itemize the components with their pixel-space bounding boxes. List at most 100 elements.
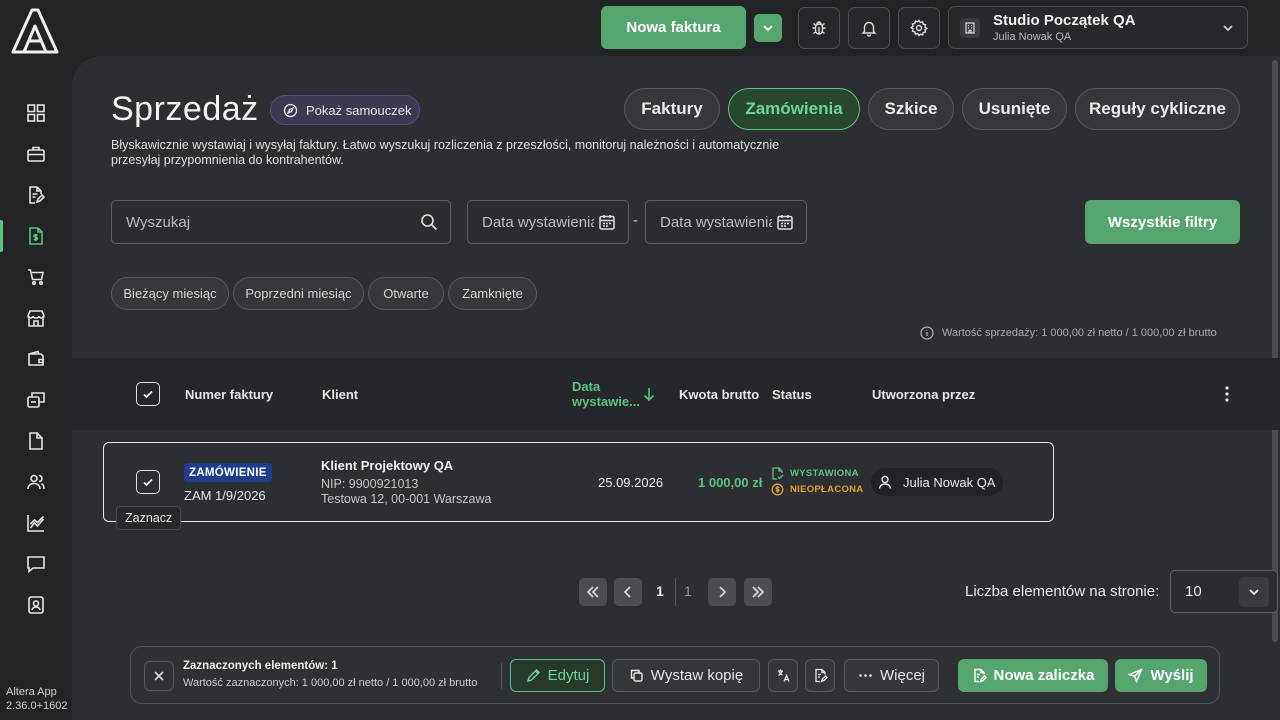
column-header-date-label: Data wystawie... (572, 379, 640, 409)
sidebar-item-transfers[interactable] (0, 380, 72, 420)
sidebar-item-purchases[interactable] (0, 257, 72, 297)
pagination-divider (675, 578, 676, 606)
tab-drafts[interactable]: Szkice (868, 88, 954, 130)
column-header-client[interactable]: Klient (322, 358, 358, 430)
new-invoice-button[interactable]: Nowa faktura (601, 6, 746, 49)
document-icon (814, 668, 828, 683)
sidebar-item-profile[interactable] (0, 585, 72, 625)
created-by-name: Julia Nowak QA (903, 474, 996, 490)
first-page-button[interactable] (579, 578, 607, 606)
cart-icon (28, 269, 44, 286)
sidebar-item-reports[interactable] (0, 503, 72, 543)
tab-invoices[interactable]: Faktury (624, 88, 720, 130)
column-header-status[interactable]: Status (772, 358, 812, 430)
tab-orders[interactable]: Zamówienia (728, 88, 860, 130)
new-invoice-dropdown-button[interactable] (754, 14, 782, 42)
column-header-created-by[interactable]: Utworzona przez (872, 358, 975, 430)
calendar-icon[interactable] (598, 213, 616, 231)
sidebar-item-documents[interactable] (0, 175, 72, 215)
select-all-checkbox[interactable] (136, 382, 160, 406)
all-filters-button[interactable]: Wszystkie filtry (1085, 200, 1240, 244)
settings-button[interactable] (898, 7, 940, 49)
compass-icon (283, 103, 298, 117)
sidebar-item-dashboard[interactable] (0, 93, 72, 133)
notifications-button[interactable] (848, 7, 890, 49)
show-tutorial-button[interactable]: Pokaż samouczek (270, 95, 420, 125)
building-icon (960, 18, 980, 38)
per-page-select[interactable]: 10 (1170, 570, 1278, 613)
chevron-left-icon (623, 586, 631, 598)
chip-open[interactable]: Otwarte (368, 277, 444, 310)
sidebar-item-wallet[interactable] (0, 339, 72, 379)
sort-arrow-down-icon[interactable] (642, 386, 656, 402)
sales-summary-text: Wartość sprzedaży: 1 000,00 zł netto / 1… (942, 327, 1217, 339)
page-description: Błyskawicznie wystawiaj i wysyłaj faktur… (111, 138, 780, 167)
issue-copy-label: Wystaw kopię (650, 667, 744, 684)
sidebar-item-sales[interactable] (0, 216, 72, 256)
tab-recurring-rules[interactable]: Reguły cykliczne (1075, 88, 1240, 130)
user-icon (878, 475, 892, 489)
sidebar-item-messages[interactable] (0, 544, 72, 584)
double-chevron-right-icon (752, 586, 765, 598)
chip-previous-month[interactable]: Poprzedni miesiąc (233, 277, 364, 310)
chip-current-month[interactable]: Bieżący miesiąc (111, 277, 229, 310)
chart-icon (27, 515, 45, 532)
app-version-number: 2.36.0+1602 (6, 700, 68, 712)
per-page-label: Liczba elementów na stronie: (965, 583, 1160, 600)
selection-action-bar: Zaznaczonych elementów: 1 Wartość zaznac… (130, 646, 1220, 704)
sidebar-item-briefcase[interactable] (0, 134, 72, 174)
company-switcher[interactable]: Studio Początek QA Julia Nowak QA (948, 6, 1248, 49)
calendar-icon[interactable] (776, 213, 794, 231)
more-vertical-icon[interactable] (1218, 384, 1236, 404)
briefcase-icon (27, 146, 45, 162)
column-header-amount[interactable]: Kwota brutto (679, 358, 759, 430)
send-icon (1128, 668, 1144, 683)
coin-icon (771, 483, 784, 496)
date-to-field[interactable]: Data wystawienia (645, 200, 807, 244)
sidebar-item-store[interactable] (0, 298, 72, 338)
search-input[interactable]: Wyszukaj (111, 200, 451, 244)
chevron-right-icon (719, 586, 727, 598)
last-page-button[interactable] (744, 578, 772, 606)
info-icon (920, 326, 934, 340)
chip-closed[interactable]: Zamknięte (448, 277, 537, 310)
edit-button[interactable]: Edytuj (510, 659, 605, 692)
convert-icon (777, 669, 790, 682)
tab-deleted[interactable]: Usunięte (962, 88, 1067, 130)
sidebar (0, 92, 72, 632)
client-name: Klient Projektowy QA (321, 458, 454, 473)
new-advance-invoice-button[interactable]: Nowa zaliczka (958, 659, 1108, 692)
next-page-button[interactable] (708, 578, 736, 606)
report-bug-button[interactable] (798, 7, 840, 49)
scrollbar[interactable] (1272, 60, 1278, 642)
document-action-button[interactable] (805, 659, 835, 692)
previous-page-button[interactable] (614, 578, 642, 606)
date-from-field[interactable]: Data wystawienia (467, 200, 629, 244)
current-page[interactable]: 1 (656, 583, 664, 599)
table-row[interactable]: ZAMÓWIENIE ZAM 1/9/2026 Klient Projektow… (103, 442, 1054, 522)
transfer-icon (27, 392, 45, 408)
sidebar-item-contacts[interactable] (0, 462, 72, 502)
column-header-number[interactable]: Numer faktury (185, 358, 273, 430)
issue-copy-button[interactable]: Wystaw kopię (612, 659, 760, 692)
status-unpaid-label: NIEOPŁACONA (790, 484, 864, 495)
app-logo[interactable] (10, 8, 60, 54)
total-pages[interactable]: 1 (684, 583, 692, 599)
selected-count: Zaznaczonych elementów: 1 (183, 660, 338, 672)
send-button[interactable]: Wyślij (1115, 659, 1207, 692)
document-edit-icon (973, 668, 987, 683)
gross-amount: 1 000,00 zł (698, 475, 763, 490)
chat-icon (27, 556, 45, 574)
wallet-icon (28, 350, 44, 366)
sidebar-item-files[interactable] (0, 421, 72, 461)
row-checkbox[interactable] (136, 470, 160, 494)
company-name: Studio Początek QA (993, 12, 1136, 29)
convert-button[interactable] (768, 659, 798, 692)
pencil-icon (526, 669, 540, 683)
divider (501, 663, 502, 689)
clear-selection-button[interactable] (144, 661, 174, 691)
date-from-placeholder: Data wystawienia (482, 213, 594, 231)
search-icon (421, 214, 438, 231)
column-header-date[interactable]: Data wystawie... (572, 358, 640, 430)
more-button[interactable]: Więcej (844, 659, 939, 692)
